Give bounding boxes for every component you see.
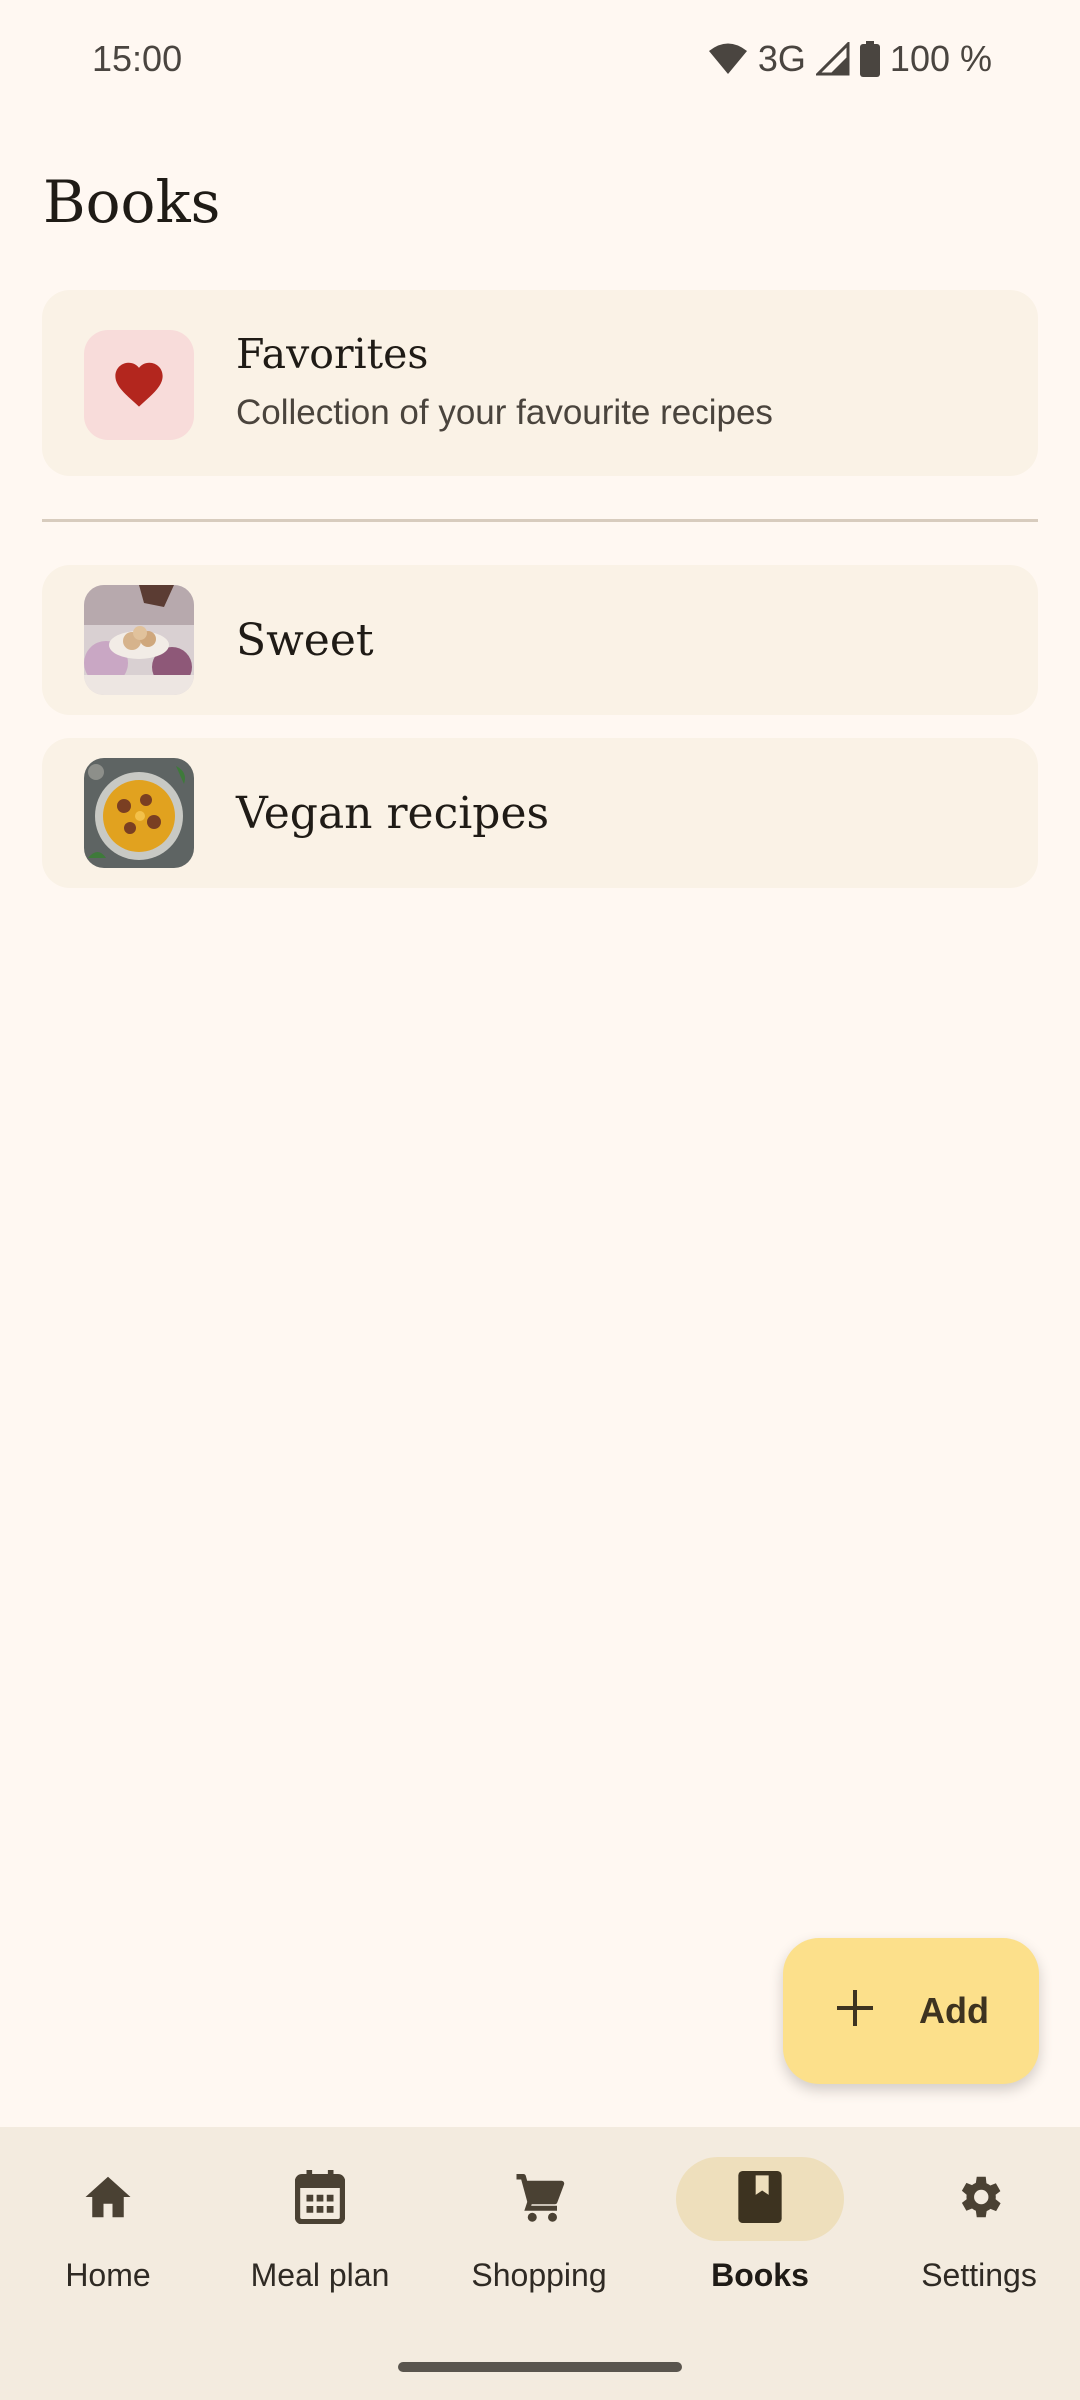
book-card-vegan-recipes[interactable]: Vegan recipes xyxy=(42,738,1038,888)
heart-icon xyxy=(112,358,166,413)
status-icons: 3G 100 % xyxy=(708,38,992,80)
plus-icon xyxy=(833,1986,877,2035)
battery-level: 100 % xyxy=(889,38,992,79)
add-button-label: Add xyxy=(919,1990,989,2031)
book-card-sweet[interactable]: Sweet xyxy=(42,565,1038,715)
add-book-button[interactable]: Add xyxy=(783,1938,1039,2084)
status-time: 15:00 xyxy=(92,38,183,79)
nav-item-books[interactable]: Books xyxy=(652,2127,868,2327)
nav-label: Books xyxy=(711,2257,809,2293)
wifi-icon xyxy=(708,42,748,76)
home-indicator[interactable] xyxy=(398,2362,682,2372)
nav-item-settings[interactable]: Settings xyxy=(871,2127,1080,2327)
status-bar: 15:00 3G 100 % xyxy=(0,0,1080,120)
favorites-icon-box xyxy=(84,330,194,440)
home-icon xyxy=(81,2172,135,2227)
nav-label: Home xyxy=(65,2257,151,2293)
nav-label: Shopping xyxy=(471,2257,607,2293)
favorites-subtitle: Collection of your favourite recipes xyxy=(236,393,773,432)
divider xyxy=(42,519,1038,522)
battery-icon xyxy=(859,41,880,77)
sweet-recipe-thumbnail xyxy=(84,585,194,695)
nav-item-shopping[interactable]: Shopping xyxy=(431,2127,647,2327)
vegan-recipe-thumbnail xyxy=(84,758,194,868)
bottom-navigation: Home Meal plan Shopping Books Settings xyxy=(0,2127,1080,2400)
gear-icon xyxy=(952,2170,1006,2229)
page-title: Books xyxy=(43,168,221,236)
calendar-icon xyxy=(294,2169,346,2229)
nav-item-meal-plan[interactable]: Meal plan xyxy=(212,2127,428,2327)
book-icon xyxy=(738,2170,782,2228)
nav-item-home[interactable]: Home xyxy=(0,2127,216,2327)
favorites-card[interactable]: Favorites Collection of your favourite r… xyxy=(42,290,1038,476)
nav-active-indicator xyxy=(676,2157,844,2241)
book-title: Sweet xyxy=(236,615,374,666)
favorites-title: Favorites xyxy=(236,330,429,378)
network-type: 3G xyxy=(757,38,806,79)
book-title: Vegan recipes xyxy=(236,788,550,839)
nav-label: Meal plan xyxy=(250,2257,390,2293)
cart-icon xyxy=(512,2170,566,2229)
signal-icon xyxy=(815,42,850,76)
nav-label: Settings xyxy=(921,2257,1037,2293)
